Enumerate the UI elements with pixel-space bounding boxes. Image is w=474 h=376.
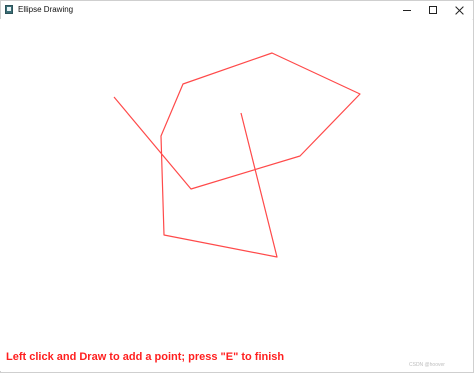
drawing-surface[interactable] xyxy=(0,19,472,371)
instruction-text: Left click and Draw to add a point; pres… xyxy=(6,351,285,363)
minimize-icon xyxy=(403,9,411,11)
close-icon xyxy=(455,6,464,15)
drawing-canvas[interactable] xyxy=(0,19,472,371)
minimize-button[interactable] xyxy=(393,1,421,19)
app-icon xyxy=(5,5,13,14)
title-bar[interactable]: Ellipse Drawing xyxy=(1,1,473,20)
maximize-button[interactable] xyxy=(419,1,447,19)
watermark-text: CSDN @hoover xyxy=(409,362,445,368)
window-title: Ellipse Drawing xyxy=(18,5,74,14)
close-button[interactable] xyxy=(445,1,473,19)
maximize-icon xyxy=(429,6,437,14)
drawn-polyline xyxy=(113,52,361,258)
